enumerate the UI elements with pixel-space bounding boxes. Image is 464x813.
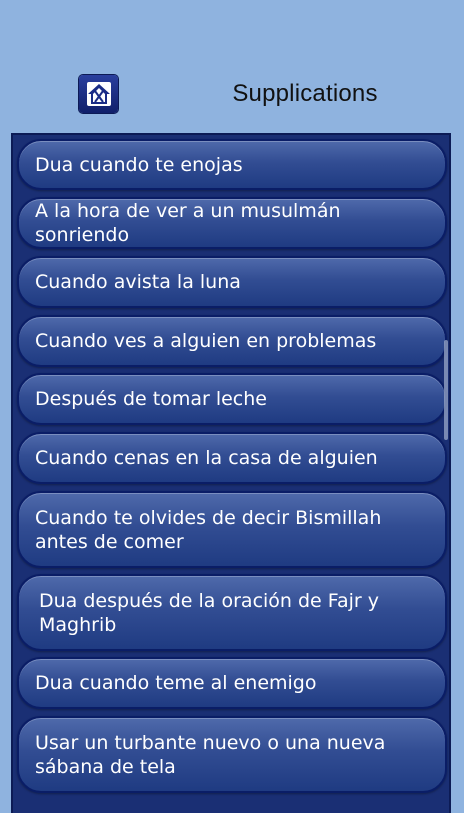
- list-item-label: Dua cuando teme al enemigo: [35, 672, 317, 694]
- list-item-label: A la hora de ver a un musulmán sonriendo: [35, 200, 341, 246]
- list-item-label: Cuando avista la luna: [35, 271, 241, 293]
- list-item-label: Usar un turbante nuevo o una nueva sában…: [35, 731, 386, 778]
- list-item[interactable]: Cuando ves a alguien en problemas: [17, 315, 447, 367]
- list-item-label: Dua después de la oración de Fajr y Magh…: [39, 589, 379, 636]
- list-item[interactable]: Cuando te olvides de decir Bismillah ant…: [17, 491, 447, 568]
- list-item-label: Cuando cenas en la casa de alguien: [35, 447, 378, 469]
- home-button[interactable]: [79, 75, 118, 113]
- list-item[interactable]: Cuando avista la luna: [17, 256, 447, 308]
- list-item[interactable]: Después de tomar leche: [17, 373, 447, 425]
- list-item[interactable]: Dua cuando te enojas: [17, 139, 447, 190]
- list-item-label: Después de tomar leche: [35, 388, 267, 410]
- list-item-label: Dua cuando te enojas: [35, 153, 243, 176]
- scrollbar[interactable]: [444, 340, 448, 440]
- list-item-label: Cuando te olvides de decir Bismillah ant…: [35, 506, 382, 553]
- header: Supplications: [0, 0, 464, 132]
- page-title: Supplications: [232, 80, 378, 107]
- list-item[interactable]: Usar un turbante nuevo o una nueva sában…: [17, 716, 447, 793]
- home-icon: [84, 79, 114, 109]
- list-item[interactable]: Cuando cenas en la casa de alguien: [17, 432, 447, 484]
- list-item[interactable]: Dua cuando teme al enemigo: [17, 657, 447, 709]
- list-item-label: Cuando ves a alguien en problemas: [35, 330, 377, 352]
- list-item[interactable]: A la hora de ver a un musulmán sonriendo: [17, 197, 447, 249]
- list-item[interactable]: Dua después de la oración de Fajr y Magh…: [17, 574, 447, 651]
